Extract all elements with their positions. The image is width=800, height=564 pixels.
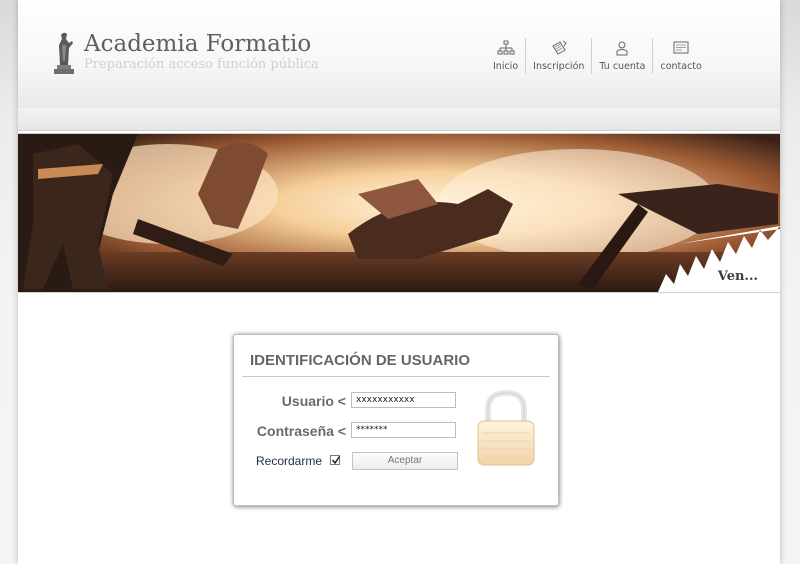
nav-item-inicio[interactable]: Inicio <box>486 38 527 74</box>
message-icon <box>673 41 689 54</box>
user-icon <box>616 41 628 56</box>
banner-image: Ven... <box>18 133 780 293</box>
padlock-icon <box>477 389 535 466</box>
header-subbar <box>18 108 780 131</box>
remember-label: Recordarme <box>256 454 323 468</box>
header: Academia Formatio Preparación acceso fun… <box>18 0 780 109</box>
nav-label: Inicio <box>493 61 519 72</box>
username-input[interactable]: xxxxxxxxxxx <box>351 392 456 408</box>
nav-label: Tu cuenta <box>599 61 646 72</box>
pencil-note-icon <box>552 40 567 55</box>
password-label: Contraseña < <box>256 423 346 439</box>
login-title: IDENTIFICACIÓN DE USUARIO <box>250 352 471 369</box>
checkmark-icon <box>331 456 341 465</box>
sitemap-icon <box>497 40 515 55</box>
nav-item-inscripcion[interactable]: Inscripción <box>526 38 593 74</box>
main-nav: Inicio Inscripción Tu cuenta contacto <box>486 38 709 74</box>
banner-caption[interactable]: Ven... <box>718 269 758 284</box>
nav-item-contacto[interactable]: contacto <box>653 38 708 74</box>
remember-checkbox[interactable] <box>330 455 341 465</box>
login-divider <box>242 376 550 377</box>
classical-statue-icon <box>54 32 74 74</box>
login-panel: IDENTIFICACIÓN DE USUARIO Usuario < xxxx… <box>233 334 559 506</box>
nav-label: contacto <box>660 61 702 72</box>
submit-button[interactable]: Aceptar <box>352 452 458 470</box>
nav-item-tu-cuenta[interactable]: Tu cuenta <box>592 38 654 74</box>
username-label: Usuario < <box>281 393 346 409</box>
nav-label: Inscripción <box>533 61 585 72</box>
page-container: Academia Formatio Preparación acceso fun… <box>18 0 780 564</box>
password-input[interactable]: ******* <box>351 422 456 438</box>
fire-rescue-scene <box>18 134 780 292</box>
site-title[interactable]: Academia Formatio <box>84 31 311 57</box>
site-subtitle: Preparación acceso función pública <box>84 57 319 72</box>
